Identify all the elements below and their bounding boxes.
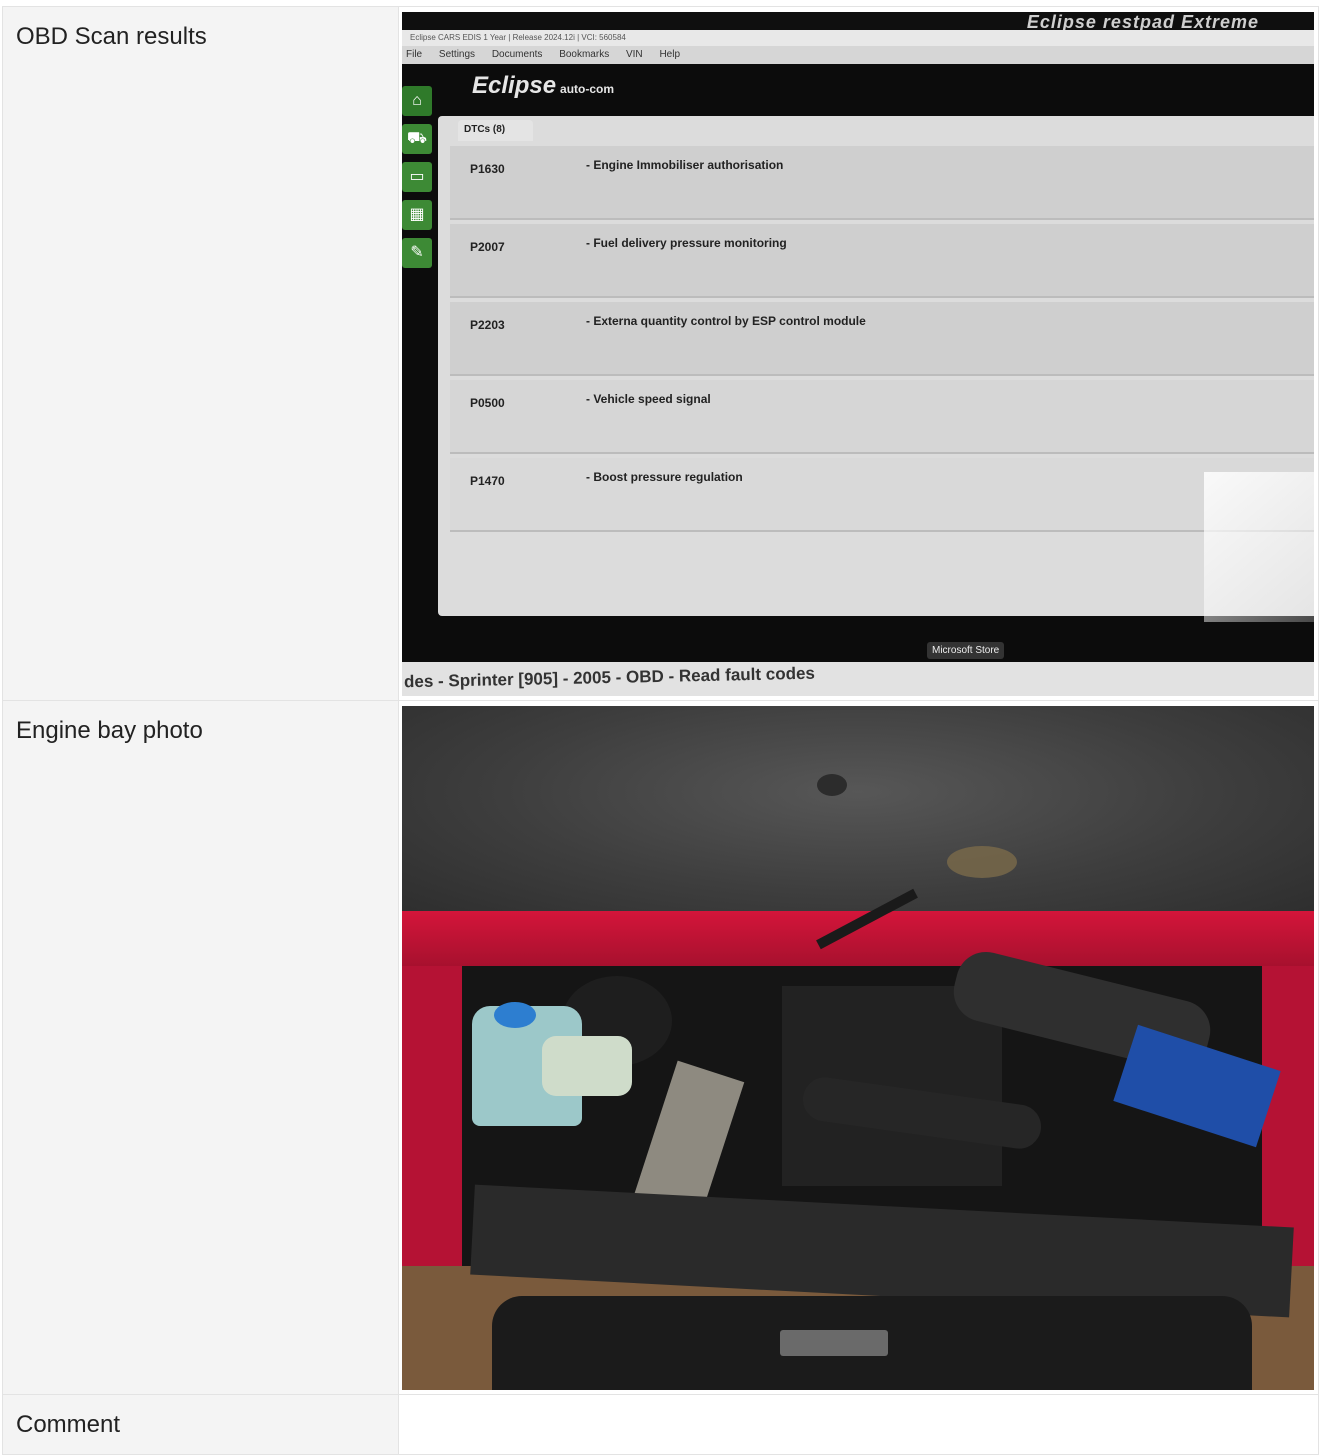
dtc-row[interactable]: P0500 - Vehicle speed signal — [450, 380, 1314, 454]
menu-help[interactable]: Help — [659, 49, 680, 60]
obd-scan-photo: Eclipse restpad Extreme Eclipse CARS EDI… — [402, 12, 1314, 696]
dtc-description: - Boost pressure regulation — [586, 470, 743, 484]
dtc-description: - Vehicle speed signal — [586, 392, 711, 406]
dtc-code: P2007 — [470, 240, 505, 254]
hood-latch — [780, 1330, 888, 1356]
app-titlebar: Eclipse CARS EDIS 1 Year | Release 2024.… — [402, 30, 1314, 46]
breadcrumb: des - Sprinter [905] - 2005 - OBD - Read… — [403, 663, 816, 692]
dtc-code: P1630 — [470, 162, 505, 176]
dtc-row[interactable]: P1630 - Engine Immobiliser authorisation — [450, 146, 1314, 220]
app-status-bar: des - Sprinter [905] - 2005 - OBD - Read… — [402, 662, 1314, 696]
dtc-panel: DTCs (8) P1630 - Engine Immobiliser auth… — [438, 116, 1314, 616]
menu-documents[interactable]: Documents — [492, 49, 543, 60]
report-table: OBD Scan results Eclipse restpad Extreme… — [2, 6, 1319, 1455]
engine-bay-photo — [402, 706, 1314, 1390]
reservoir-cap — [494, 1002, 536, 1028]
hood-damage — [947, 846, 1017, 878]
wrench-icon[interactable]: ✎ — [402, 238, 432, 268]
menu-bookmarks[interactable]: Bookmarks — [559, 49, 609, 60]
app-main: Eclipse auto-com ⌂ ⛟ ▭ ▦ ✎ DTCs (8) P1630… — [402, 64, 1314, 664]
row-label: OBD Scan results — [2, 6, 399, 701]
taskbar-tooltip: Microsoft Store — [927, 642, 1005, 659]
dtc-description: - Externa quantity control by ESP contro… — [586, 314, 866, 328]
logo-suffix: auto-com — [560, 82, 615, 96]
dtc-code: P1470 — [470, 474, 505, 488]
dtc-code: P2203 — [470, 318, 505, 332]
obd-scan-cell: Eclipse restpad Extreme Eclipse CARS EDI… — [398, 6, 1319, 701]
eclipse-logo: Eclipse auto-com — [472, 72, 614, 100]
app-menubar: File Settings Documents Bookmarks VIN He… — [402, 46, 1314, 64]
dtc-row[interactable]: P2203 - Externa quantity control by ESP … — [450, 302, 1314, 376]
home-icon[interactable]: ⌂ — [402, 86, 432, 116]
chart-icon[interactable]: ▦ — [402, 200, 432, 230]
dtc-description: - Engine Immobiliser authorisation — [586, 158, 784, 172]
screen-top-bezel: Eclipse restpad Extreme — [402, 12, 1314, 32]
car-icon[interactable]: ⛟ — [402, 124, 432, 154]
app-sidebar: ⌂ ⛟ ▭ ▦ ✎ — [402, 86, 432, 276]
dtc-row[interactable]: P2007 - Fuel delivery pressure monitorin… — [450, 224, 1314, 298]
row-label: Engine bay photo — [2, 700, 399, 1395]
brake-fluid-reservoir — [542, 1036, 632, 1096]
row-comment: Comment — [2, 1394, 1319, 1455]
menu-file[interactable]: File — [406, 49, 422, 60]
row-label: Comment — [2, 1394, 399, 1455]
dtc-description: - Fuel delivery pressure monitoring — [586, 236, 787, 250]
menu-vin[interactable]: VIN — [626, 49, 643, 60]
dtc-code: P0500 — [470, 396, 505, 410]
hood-underside — [402, 706, 1314, 921]
row-engine-bay: Engine bay photo — [2, 700, 1319, 1395]
row-obd-scan: OBD Scan results Eclipse restpad Extreme… — [2, 6, 1319, 701]
screen-glare — [1204, 472, 1314, 622]
comment-cell[interactable] — [398, 1394, 1319, 1455]
hood-dent — [817, 774, 847, 796]
engine-bay-cell — [398, 700, 1319, 1395]
tab-dtcs[interactable]: DTCs (8) — [458, 120, 534, 141]
battery-icon[interactable]: ▭ — [402, 162, 432, 192]
dtc-row[interactable]: P1470 - Boost pressure regulation — [450, 458, 1314, 532]
logo-text: Eclipse — [472, 72, 557, 99]
menu-settings[interactable]: Settings — [439, 49, 475, 60]
